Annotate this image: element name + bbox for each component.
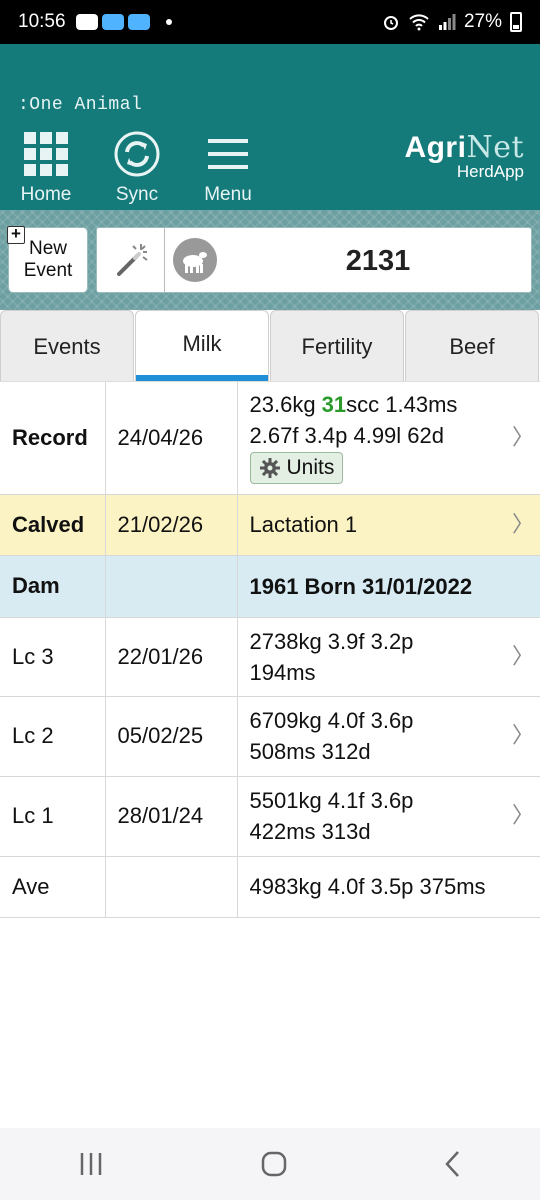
home-label: Home [20,184,72,205]
system-navigation-bar [0,1128,540,1200]
row-date: 22/01/26 [105,617,238,697]
battery-icon [510,12,522,32]
calved-info: Lactation 1 [249,512,358,537]
table-row-lc3[interactable]: Lc 3 22/01/26 2738kg 3.9f 3.2p 194ms 〉 [0,617,540,697]
scc-value: 31 [321,391,347,417]
lc2-line1: 6709kg 4.0f 3.6p [249,708,414,733]
row-info: 2738kg 3.9f 3.2p 194ms 〉 [237,617,540,697]
alarm-icon [383,16,398,30]
tab-fertility[interactable]: Fertility [270,310,404,381]
row-info: 6709kg 4.0f 3.6p 508ms 312d 〉 [237,696,540,777]
agrinet-logo: AgriNet HerdApp [404,130,524,182]
sync-label: Sync [115,184,159,205]
record-components: 2.67f 3.4p 4.99l 62d [249,422,445,448]
row-info: 23.6kg 31scc 1.43ms 2.67f 3.4p 4.99l 62d… [237,382,540,495]
chevron-right-icon: 〉 [511,425,534,451]
table-row-record[interactable]: Record 24/04/26 23.6kg 31scc 1.43ms 2.67… [0,382,540,495]
row-date: 21/02/26 [105,494,238,556]
brand-net: Net [466,130,524,165]
row-date [105,555,238,618]
gear-icon [259,457,280,478]
plus-icon: + [7,225,25,244]
home-circle-icon[interactable] [260,1150,288,1178]
sync-button[interactable]: Sync [97,130,177,206]
table-row-lc2[interactable]: Lc 2 05/02/25 6709kg 4.0f 3.6p 508ms 312… [0,696,540,777]
sync-icon [114,131,160,177]
row-date [105,856,238,918]
brand-subtitle: HerdApp [456,162,524,181]
notification-app-icon-2 [127,14,150,30]
hamburger-menu-icon [208,139,248,169]
row-label: Ave [0,856,106,918]
chevron-right-icon: 〉 [511,512,534,537]
row-label: Lc 1 [0,776,106,857]
table-row-dam: Dam 1961 Born 31/01/2022 [0,555,540,618]
status-bar: 10:56 27% [0,0,540,44]
chevron-right-icon: 〉 [511,644,534,669]
table-row-ave: Ave 4983kg 4.0f 3.5p 375ms [0,856,540,918]
menu-button[interactable]: Menu [188,130,268,206]
animal-silhouette-icon [173,238,217,282]
signal-icon [438,14,456,30]
table-row-lc1[interactable]: Lc 1 28/01/24 5501kg 4.1f 3.6p 422ms 313… [0,776,540,857]
row-label: Record [0,382,106,495]
lc1-line2: 422ms 313d [249,819,371,844]
chevron-right-icon: 〉 [511,723,534,749]
page-breadcrumb: :One Animal [18,95,143,115]
row-info: Lactation 1 〉 [237,494,540,556]
milk-table: Record 24/04/26 23.6kg 31scc 1.43ms 2.67… [0,382,540,918]
battery-percent: 27% [463,11,502,32]
chevron-right-icon: 〉 [511,803,534,829]
tab-bar: Events Milk Fertility Beef [0,310,540,382]
lc2-line2: 508ms 312d [249,739,371,764]
units-label: Units [286,456,335,480]
new-event-button[interactable]: + New Event [7,225,88,293]
tab-beef[interactable]: Beef [405,310,539,381]
tab-milk[interactable]: Milk [135,310,269,381]
more-notifications-dot-icon [165,19,172,25]
row-date: 05/02/25 [105,696,238,777]
animal-selector[interactable]: 2131 [96,227,532,293]
table-row-calved[interactable]: Calved 21/02/26 Lactation 1 〉 [0,494,540,556]
notification-app-icon [101,14,124,30]
record-scc-ms: scc 1.43ms [346,391,458,417]
row-label: Dam [0,555,106,618]
row-info: 5501kg 4.1f 3.6p 422ms 313d 〉 [237,776,540,857]
lc3-line2: 194ms [249,659,316,685]
lc3-line1: 2738kg 3.9f 3.2p [249,628,414,654]
app-header: :One Animal Home Sync Menu AgriNet HerdA… [0,44,540,210]
status-time: 10:56 [18,11,66,32]
recent-apps-icon[interactable] [77,1151,105,1177]
news-app-icon [75,14,98,30]
row-date: 24/04/26 [105,382,238,495]
home-button[interactable]: Home [6,130,86,206]
new-event-label-line2: Event [23,260,73,281]
units-button[interactable]: Units [249,451,344,484]
row-info: 4983kg 4.0f 3.5p 375ms [237,856,540,918]
row-label: Lc 3 [0,617,106,697]
magic-wand-icon [116,244,148,276]
back-icon[interactable] [443,1150,463,1178]
grid-home-icon [24,132,68,176]
lc1-line1: 5501kg 4.1f 3.6p [249,788,414,813]
row-info: 1961 Born 31/01/2022 [237,555,540,618]
wifi-icon [409,14,429,31]
tab-events[interactable]: Events [0,310,134,381]
magic-wand-button[interactable] [97,228,165,292]
animal-id: 2131 [345,245,411,277]
row-label: Calved [0,494,106,556]
brand-agri: Agri [404,131,467,164]
menu-label: Menu [204,184,252,205]
row-label: Lc 2 [0,696,106,777]
record-yield: 23.6kg [249,391,322,417]
animal-avatar [165,228,225,292]
row-date: 28/01/24 [105,776,238,857]
